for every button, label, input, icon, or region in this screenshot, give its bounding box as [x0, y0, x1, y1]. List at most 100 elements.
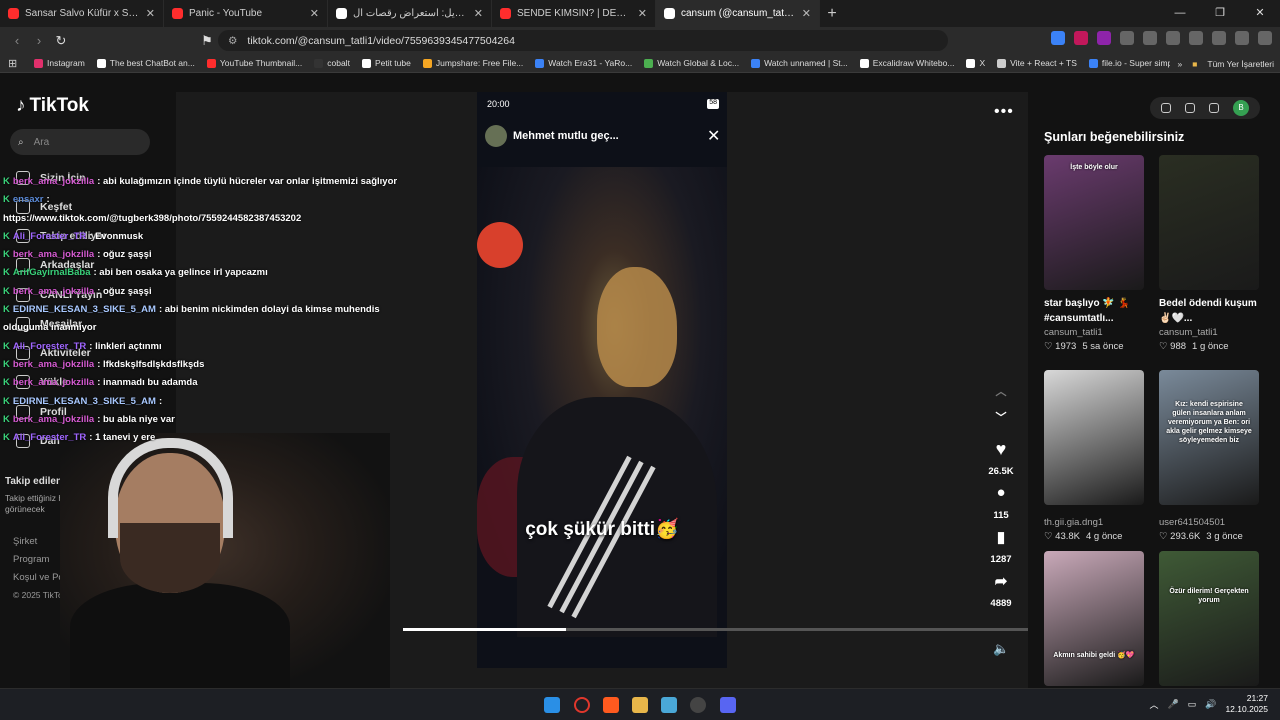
recommendation-card[interactable]: th.gii.gia.dng1 ♡ 43.8K 4 g önce	[1044, 370, 1144, 542]
close-icon[interactable]: ✕	[707, 126, 720, 146]
all-bookmarks-link[interactable]: Tüm Yer İşaretleri	[1207, 59, 1274, 69]
recommendation-card[interactable]: Özür dilerim! Gerçekten yorum	[1159, 551, 1259, 686]
bookmark-item[interactable]: Jumpshare: Free File...	[422, 58, 523, 68]
music-icon[interactable]	[1212, 31, 1226, 45]
browser-tab[interactable]: cansum (@cansum_tatli1) adl ✕	[656, 0, 820, 27]
bookmark-item[interactable]: Instagram	[34, 58, 85, 68]
card-username[interactable]: th.gii.gia.dng1	[1044, 517, 1144, 528]
volume-icon[interactable]: 🔈	[993, 641, 1009, 657]
sidebar-icon[interactable]	[1189, 31, 1203, 45]
avatar[interactable]: B	[1233, 100, 1249, 116]
search-placeholder: Ara	[33, 136, 50, 148]
search-input[interactable]: ⌕ Ara	[10, 129, 150, 155]
start-icon[interactable]	[544, 697, 560, 713]
forward-button[interactable]: ›	[28, 33, 50, 48]
bookmark-item[interactable]: YouTube Thumbnail...	[206, 58, 302, 68]
close-window-button[interactable]: ✕	[1240, 0, 1280, 27]
card-username[interactable]: user641504501	[1159, 517, 1259, 528]
bookmarks-more-button[interactable]: »	[1178, 59, 1183, 69]
footer-link[interactable]: Program	[13, 554, 49, 565]
close-tab-icon[interactable]: ✕	[638, 7, 647, 20]
close-tab-icon[interactable]: ✕	[310, 7, 319, 20]
browser-tab[interactable]: Panic - YouTube ✕	[164, 0, 328, 27]
bookmark-save-icon[interactable]: ▮	[981, 528, 1021, 546]
recommendation-card[interactable]: Akmın sahibi geldi 🥳💖	[1044, 551, 1144, 686]
browser-tab[interactable]: سيبد في البرازيل: استعراض رقصات ال sp ✕	[328, 0, 492, 27]
video-thumbnail[interactable]: İşte böyle olur	[1044, 155, 1144, 290]
reload-button[interactable]: ↻	[50, 33, 72, 49]
video-thumbnail[interactable]: Akmın sahibi geldi 🥳💖	[1044, 551, 1144, 686]
previous-video-icon[interactable]: ︿	[981, 383, 1021, 399]
video-thumbnail[interactable]: Kız: kendi espirisine gülen insanlara an…	[1159, 370, 1259, 505]
close-tab-icon[interactable]: ✕	[474, 7, 483, 20]
minimize-button[interactable]: —	[1160, 0, 1200, 27]
phone-icon[interactable]	[1185, 103, 1195, 113]
extension-icon[interactable]	[1074, 31, 1088, 45]
new-tab-button[interactable]: +	[820, 5, 844, 23]
recommendation-card[interactable]: İşte böyle olur star başlıyo 🧚 💃 #cansumt…	[1044, 155, 1144, 352]
menu-icon[interactable]	[1258, 31, 1272, 45]
bookmark-item[interactable]: Vite + React + TS	[997, 58, 1077, 68]
browser-tab[interactable]: Sansar Salvo Küfür x Sansar Salvo Be ✕	[0, 0, 164, 27]
back-button[interactable]: ‹	[6, 33, 28, 48]
file-explorer-icon[interactable]	[632, 697, 648, 713]
clock[interactable]: 21:27 12.10.2025	[1225, 693, 1268, 715]
close-tab-icon[interactable]: ✕	[802, 7, 811, 20]
webcam-overlay	[60, 433, 390, 688]
opera-icon[interactable]	[574, 697, 590, 713]
bookmark-item[interactable]: Petit tube	[361, 58, 411, 68]
tiktok-logo[interactable]: ♪ TikTok	[16, 95, 89, 117]
microphone-icon[interactable]: 🎤	[1168, 699, 1179, 710]
site-info-icon[interactable]: ⚙	[228, 35, 237, 47]
bookmark-item[interactable]: Watch Global & Loc...	[644, 58, 739, 68]
bookmark-item[interactable]: Watch unnamed | St...	[751, 58, 848, 68]
share-icon[interactable]: ➦	[981, 572, 1021, 590]
display-icon[interactable]: ▭	[1188, 699, 1197, 710]
maximize-button[interactable]: ❐	[1200, 0, 1240, 27]
next-video-icon[interactable]: ﹀	[981, 409, 1021, 425]
discord-icon[interactable]	[720, 697, 736, 713]
footer-link[interactable]: Şirket	[13, 536, 37, 547]
bookmark-item[interactable]: X	[966, 58, 985, 68]
extension-icon[interactable]	[1097, 31, 1111, 45]
card-title[interactable]: star başlıyo 🧚 💃 #cansumtatlı...	[1044, 296, 1144, 326]
obs-icon[interactable]	[690, 697, 706, 713]
video-thumbnail[interactable]	[1044, 370, 1144, 505]
extensions-icon[interactable]	[1166, 31, 1180, 45]
url-field[interactable]: ⚙ tiktok.com/@cansum_tatli1/video/755963…	[218, 30, 948, 51]
volume-icon[interactable]: 🔊	[1205, 699, 1216, 710]
story-profile[interactable]: Mehmet mutlu geç...	[485, 125, 619, 147]
chevron-up-icon[interactable]: ︿	[1149, 698, 1158, 711]
recommendation-card[interactable]: Kız: kendi espirisine gülen insanlara an…	[1159, 370, 1259, 542]
extension-icon[interactable]	[1143, 31, 1157, 45]
browser-tab[interactable]: SENDE KİMSİN? | DEXTER EDIT | sp ✕	[492, 0, 656, 27]
translate-icon[interactable]	[1051, 31, 1065, 45]
like-icon[interactable]: ♥	[981, 439, 1021, 460]
bookmark-item[interactable]: cobalt	[314, 58, 350, 68]
card-title[interactable]: Bedel ödendi kuşum ✌🏻🤍...	[1159, 296, 1259, 326]
bookmark-item[interactable]: Watch Era31 - YaRo...	[535, 58, 632, 68]
close-tab-icon[interactable]: ✕	[146, 7, 155, 20]
comment-icon[interactable]: ●	[981, 484, 1021, 501]
bookmark-icon[interactable]: ⚑	[196, 33, 218, 49]
photos-icon[interactable]	[661, 697, 677, 713]
bookmark-favicon-icon	[422, 58, 432, 68]
card-username[interactable]: cansum_tatli1	[1044, 327, 1144, 338]
video-thumbnail[interactable]: Özür dilerim! Gerçekten yorum	[1159, 551, 1259, 686]
more-options-icon[interactable]: •••	[994, 103, 1014, 121]
extension-icon[interactable]	[1120, 31, 1134, 45]
bookmark-item[interactable]: Excalidraw Whitebo...	[859, 58, 954, 68]
sticker-icon	[477, 222, 523, 268]
card-username[interactable]: cansum_tatli1	[1159, 327, 1259, 338]
video-thumbnail[interactable]	[1159, 155, 1259, 290]
recommendation-card[interactable]: Bedel ödendi kuşum ✌🏻🤍... cansum_tatli1 ♡ …	[1159, 155, 1259, 352]
apps-icon[interactable]: ⊞	[8, 57, 17, 70]
bookmark-item[interactable]: The best ChatBot an...	[96, 58, 195, 68]
shield-icon[interactable]	[1235, 31, 1249, 45]
brave-icon[interactable]	[603, 697, 619, 713]
video-progress-bar[interactable]	[403, 628, 1028, 631]
bookmark-item[interactable]: file.io - Super simpl...	[1088, 58, 1181, 68]
compass-icon[interactable]	[1161, 103, 1171, 113]
chat-username: berk_ama_jokzilla	[12, 249, 95, 261]
download-icon[interactable]	[1209, 103, 1219, 113]
